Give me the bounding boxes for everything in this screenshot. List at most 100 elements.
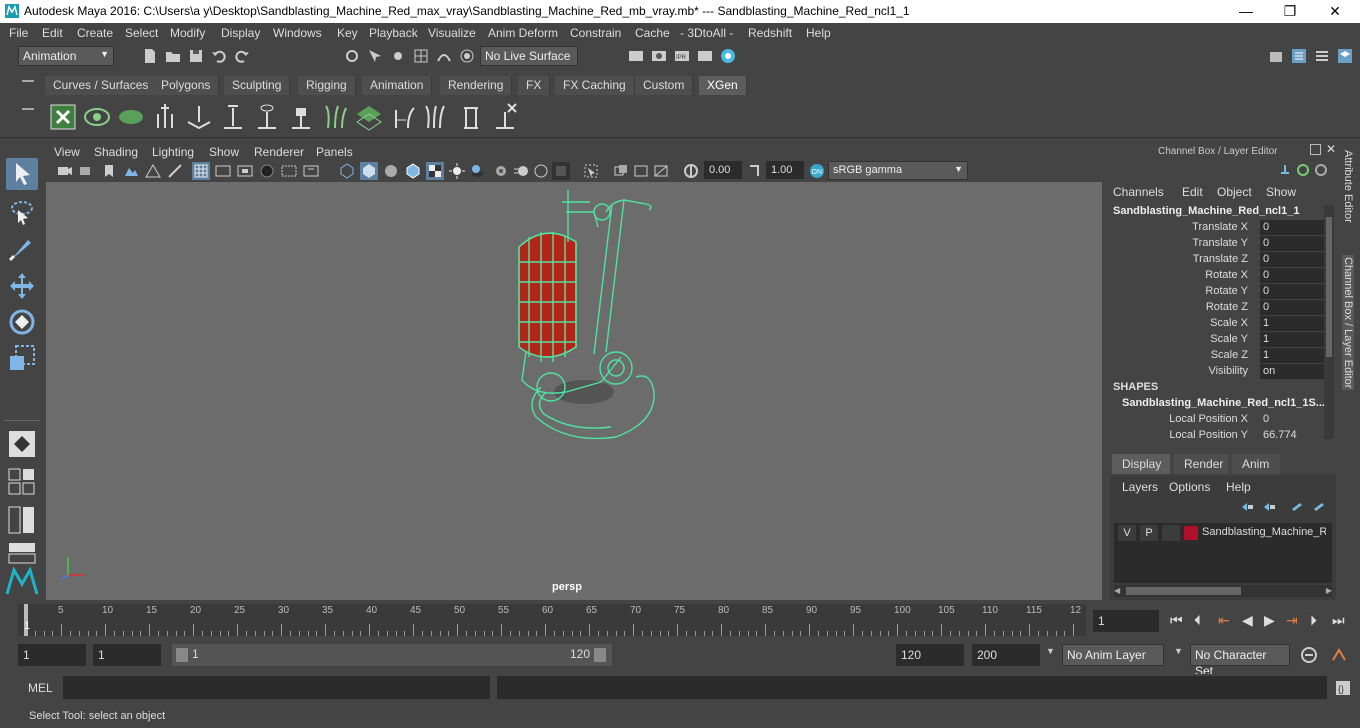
float-panel-icon[interactable] xyxy=(1310,144,1321,155)
menu-cache[interactable]: Cache xyxy=(635,26,670,40)
viewport-menu-view[interactable]: View xyxy=(54,145,80,159)
guide-curves-icon[interactable] xyxy=(320,102,350,132)
tab-fx-caching[interactable]: FX Caching xyxy=(555,76,635,95)
attr-local-position-y[interactable]: Local Position Y 66.774 xyxy=(1106,428,1326,444)
camera-select-icon[interactable] xyxy=(56,162,74,180)
wireframe-on-shaded-icon[interactable] xyxy=(404,162,422,180)
motion-blur-icon[interactable] xyxy=(512,162,530,180)
resolution-gate-icon[interactable] xyxy=(214,162,232,180)
guides-to-curves-icon[interactable] xyxy=(388,102,418,132)
viewport-menu-lighting[interactable]: Lighting xyxy=(152,145,194,159)
exposure-icon[interactable] xyxy=(682,162,700,180)
object-axis-icon[interactable] xyxy=(1278,163,1292,177)
edit-menu[interactable]: Edit xyxy=(1182,185,1203,199)
open-scene-icon[interactable] xyxy=(164,47,182,65)
step-forward-frame-icon[interactable]: ⏵ xyxy=(1310,612,1317,629)
tab-curves-surfaces[interactable]: Curves / Surfaces xyxy=(45,76,158,95)
screen-space-ao-icon[interactable] xyxy=(492,162,510,180)
snap-point-icon[interactable] xyxy=(458,47,476,65)
sculpt-guides-icon[interactable] xyxy=(218,102,248,132)
render-settings-icon[interactable] xyxy=(696,47,714,65)
auto-keyframe-icon[interactable] xyxy=(1300,646,1318,664)
select-object-icon[interactable] xyxy=(366,47,384,65)
place-guides-icon[interactable] xyxy=(150,102,180,132)
layer-scrollbar-thumb[interactable] xyxy=(1126,587,1241,595)
xray-icon[interactable] xyxy=(612,162,630,180)
attr-translate-x[interactable]: Translate X0 xyxy=(1106,220,1326,236)
save-scene-icon[interactable] xyxy=(187,47,205,65)
tab-animation[interactable]: Animation xyxy=(362,76,433,95)
render-current-icon[interactable] xyxy=(650,47,668,65)
animation-end-field[interactable]: 200 xyxy=(972,644,1040,666)
select-component-icon[interactable] xyxy=(389,47,407,65)
attr-scale-y[interactable]: Scale Y1 xyxy=(1106,332,1326,348)
attr-translate-z[interactable]: Translate Z0 xyxy=(1106,252,1326,268)
anti-aliasing-icon[interactable] xyxy=(532,162,550,180)
attr-rotate-x[interactable]: Rotate X0 xyxy=(1106,268,1326,284)
menu-constrain[interactable]: Constrain xyxy=(570,26,621,40)
channel-box-toggle-icon[interactable] xyxy=(1336,47,1354,65)
safe-action-icon[interactable] xyxy=(280,162,298,180)
range-slider-start-handle[interactable] xyxy=(176,648,188,662)
layout-four-view-icon[interactable] xyxy=(8,468,36,496)
select-hierarchy-icon[interactable] xyxy=(343,47,361,65)
single-perspective-view-icon[interactable] xyxy=(6,428,38,460)
play-backwards-icon[interactable]: ◀ xyxy=(1242,612,1253,629)
field-chart-icon[interactable] xyxy=(258,162,276,180)
camera-lock-icon[interactable] xyxy=(78,162,96,180)
menu-modify[interactable]: Modify xyxy=(170,26,205,40)
export-guides-icon[interactable] xyxy=(456,102,486,132)
wireframe-grid-icon[interactable] xyxy=(192,162,210,180)
smooth-shade-icon[interactable] xyxy=(360,162,378,180)
layer-row[interactable]: V P Sandblasting_Machine_R xyxy=(1118,525,1328,541)
tool-settings-toggle-icon[interactable] xyxy=(1313,47,1331,65)
menu-help[interactable]: Help xyxy=(806,26,831,40)
film-gate-icon[interactable] xyxy=(166,162,184,180)
lock-guides-icon[interactable] xyxy=(286,102,316,132)
perspective-viewport[interactable]: persp xyxy=(46,182,1102,600)
curves-to-guides-icon[interactable] xyxy=(422,102,452,132)
attr-local-position-x[interactable]: Local Position X0 xyxy=(1106,412,1326,428)
snap-curve-icon[interactable] xyxy=(435,47,453,65)
menu-file[interactable]: File xyxy=(9,26,28,40)
channels-menu[interactable]: Channels xyxy=(1113,185,1164,199)
step-forward-key-icon[interactable]: ⇥ xyxy=(1286,612,1298,629)
wireframe-shading-icon[interactable] xyxy=(338,162,356,180)
color-management-icon[interactable]: ON xyxy=(808,162,826,180)
layer-type-toggle[interactable] xyxy=(1162,525,1180,541)
character-set-selector[interactable]: No Character Set xyxy=(1190,644,1290,678)
chevron-down-icon[interactable]: ▼ xyxy=(1046,646,1055,656)
layout-side-by-side-icon[interactable] xyxy=(8,506,36,534)
menu-edit[interactable]: Edit xyxy=(42,26,63,40)
attribute-editor-toggle-icon[interactable] xyxy=(1290,47,1308,65)
depth-of-field-icon[interactable] xyxy=(552,162,570,180)
bookmark-icon[interactable] xyxy=(100,162,118,180)
scrollbar-thumb[interactable] xyxy=(1326,217,1332,357)
menu-select[interactable]: Select xyxy=(125,26,158,40)
play-forwards-icon[interactable]: ▶ xyxy=(1264,612,1275,629)
attr-scale-x[interactable]: Scale X1 xyxy=(1106,316,1326,332)
time-slider[interactable]: 5 10 15 20 25 30 35 40 45 50 55 60 65 70 75 80 85 90 95 100… xyxy=(18,604,1086,636)
layers-menu[interactable]: Layers xyxy=(1122,480,1158,494)
menu-anim-deform[interactable]: Anim Deform xyxy=(488,26,558,40)
script-editor-icon[interactable]: {} xyxy=(1334,679,1352,697)
mel-input[interactable] xyxy=(63,676,490,699)
sandblasting-machine-model[interactable] xyxy=(518,190,655,440)
go-to-start-icon[interactable]: ⏮ xyxy=(1170,612,1183,629)
playback-start-field[interactable]: 1 xyxy=(93,644,161,666)
delete-guides-icon[interactable] xyxy=(490,102,520,132)
range-slider-end-handle[interactable] xyxy=(594,648,606,662)
rotate-tool-icon[interactable] xyxy=(6,306,38,338)
new-scene-icon[interactable] xyxy=(141,47,159,65)
textured-icon[interactable] xyxy=(426,162,444,180)
close-panel-icon[interactable]: ✕ xyxy=(1326,142,1336,156)
shape-node-name[interactable]: Sandblasting_Machine_Red_ncl1_1S... xyxy=(1122,397,1325,409)
attr-rotate-y[interactable]: Rotate Y0 xyxy=(1106,284,1326,300)
redo-icon[interactable] xyxy=(233,47,251,65)
attr-visibility[interactable]: Visibility on xyxy=(1106,364,1326,380)
attr-translate-y[interactable]: Translate Y0 xyxy=(1106,236,1326,252)
tab-xgen[interactable]: XGen xyxy=(699,76,747,95)
image-plane-icon[interactable] xyxy=(122,162,140,180)
go-to-end-icon[interactable]: ⏭ xyxy=(1332,612,1345,629)
menu-create[interactable]: Create xyxy=(77,26,113,40)
